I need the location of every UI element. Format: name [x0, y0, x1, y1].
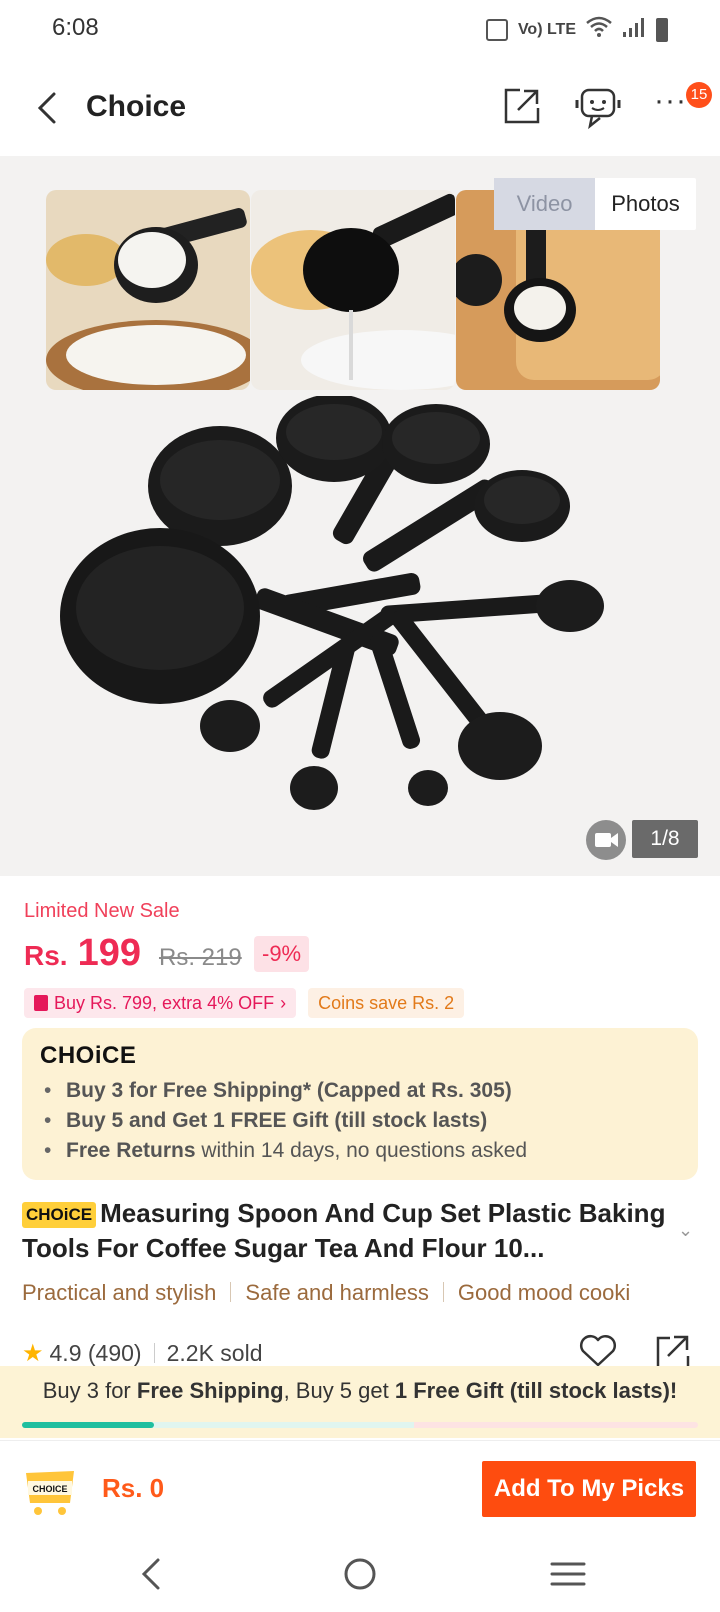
- shipping-progress-bar: [22, 1422, 698, 1428]
- choice-cart-icon: CHOICE: [26, 1471, 74, 1515]
- nav-home-button[interactable]: [338, 1554, 382, 1594]
- discount-badge: -9%: [254, 936, 310, 972]
- choice-cart-button[interactable]: CHOICE: [22, 1467, 78, 1517]
- media-tabs: Video Photos: [494, 178, 696, 230]
- battery-icon: [656, 17, 668, 42]
- page-title: Choice: [86, 90, 187, 123]
- signal-icon: [622, 16, 646, 43]
- customer-service-button[interactable]: [572, 84, 624, 130]
- price-currency: Rs.: [24, 940, 68, 971]
- review-count: (490): [87, 1339, 142, 1366]
- image-counter: 1/8: [632, 820, 698, 858]
- choice-benefits-box[interactable]: CHOiCE • Buy 3 for Free Shipping* (Capped…: [22, 1028, 698, 1180]
- tag-item: Safe and harmless: [245, 1280, 429, 1305]
- header: Choice ··· 15: [0, 60, 720, 156]
- vibrate-icon: [485, 18, 508, 41]
- coupon-promo[interactable]: Buy Rs. 799, extra 4% OFF ›: [24, 988, 297, 1018]
- notification-badge: 15: [686, 82, 712, 108]
- thumbnail-flour-scoop[interactable]: [46, 190, 250, 390]
- choice-tag: CHOiCE: [22, 1202, 97, 1228]
- sale-label: Limited New Sale: [24, 900, 180, 922]
- thumbnail-liquid-scoop[interactable]: [251, 190, 455, 390]
- nav-back-button[interactable]: [130, 1554, 174, 1594]
- system-nav-bar: [0, 1536, 720, 1612]
- chevron-right-icon: ›: [280, 993, 287, 1013]
- rating-row[interactable]: ★ 4.9 (490) 2.2K sold: [22, 1336, 263, 1370]
- tag-item: Good mood cooki: [457, 1280, 631, 1305]
- nav-menu-icon: [550, 1562, 586, 1586]
- action-bar: CHOICE Rs. 0 Add To My Picks: [0, 1440, 720, 1536]
- old-price: Rs. 219: [158, 944, 242, 971]
- chevron-down-icon[interactable]: ⌄: [678, 1220, 696, 1240]
- list-item: • Buy 5 and Get 1 FREE Gift (till stock l…: [44, 1109, 488, 1132]
- wifi-icon: [586, 16, 612, 43]
- product-title[interactable]: CHOiCE Measuring Spoon And Cup Set Plasti…: [22, 1196, 672, 1266]
- shipping-banner-text: Buy 3 for Free Shipping, Buy 5 get 1 Fre…: [42, 1378, 678, 1403]
- star-icon: ★: [22, 1339, 44, 1367]
- robot-support-icon: [575, 88, 621, 130]
- coins-promo-text: Coins save Rs. 2: [318, 993, 455, 1013]
- price-value: 199: [77, 932, 141, 974]
- tab-video[interactable]: Video: [494, 178, 595, 230]
- nav-home-icon: [344, 1558, 376, 1590]
- choice-logo: CHOiCE: [40, 1042, 137, 1069]
- share-button[interactable]: [502, 86, 542, 126]
- add-to-my-picks-button[interactable]: Add To My Picks: [482, 1461, 696, 1517]
- svg-text:CHOICE: CHOICE: [32, 1484, 67, 1494]
- rating-value: 4.9: [49, 1339, 82, 1366]
- tab-photos[interactable]: Photos: [595, 178, 696, 230]
- coins-promo: Coins save Rs. 2: [308, 988, 465, 1018]
- video-camera-icon: [595, 833, 618, 847]
- video-play-button[interactable]: [586, 820, 626, 860]
- promo-row: Buy Rs. 799, extra 4% OFF › Coins save R…: [24, 988, 465, 1018]
- coupon-promo-text: Buy Rs. 799, extra 4% OFF: [54, 993, 275, 1013]
- tag-item: Practical and stylish: [22, 1280, 217, 1305]
- list-item: • Buy 3 for Free Shipping* (Capped at Rs.…: [44, 1079, 512, 1102]
- back-button[interactable]: [30, 86, 70, 130]
- coupon-icon: [34, 995, 48, 1011]
- status-time: 6:08: [52, 14, 99, 41]
- picks-total: Rs. 0: [102, 1473, 165, 1503]
- nav-back-icon: [141, 1558, 160, 1590]
- choice-benefits-list: • Buy 3 for Free Shipping* (Capped at Rs.…: [44, 1076, 527, 1166]
- status-icons: Vo) LTE: [485, 16, 668, 43]
- product-title-text: Measuring Spoon And Cup Set Plastic Baki…: [22, 1198, 666, 1263]
- heart-icon: [580, 1335, 616, 1367]
- shipping-banner: Buy 3 for Free Shipping, Buy 5 get 1 Fre…: [0, 1366, 720, 1438]
- list-item: • Free Returns within 14 days, no questio…: [44, 1139, 528, 1162]
- wishlist-button[interactable]: [578, 1334, 618, 1368]
- chevron-left-icon: [37, 92, 56, 124]
- shipping-progress-fill: [22, 1422, 154, 1428]
- product-image-measuring-set: [60, 396, 604, 810]
- share-icon: [504, 88, 540, 124]
- status-bar: 6:08 Vo) LTE: [0, 0, 720, 60]
- price-row: Rs. 199 Rs. 219: [24, 932, 242, 980]
- product-tags: Practical and stylish Safe and harmless Go…: [22, 1280, 720, 1306]
- volte-icon: Vo) LTE: [517, 21, 576, 38]
- product-gallery[interactable]: Video Photos 1/8: [0, 156, 720, 876]
- nav-menu-button[interactable]: [546, 1554, 590, 1594]
- sold-count: 2.2K sold: [166, 1339, 263, 1366]
